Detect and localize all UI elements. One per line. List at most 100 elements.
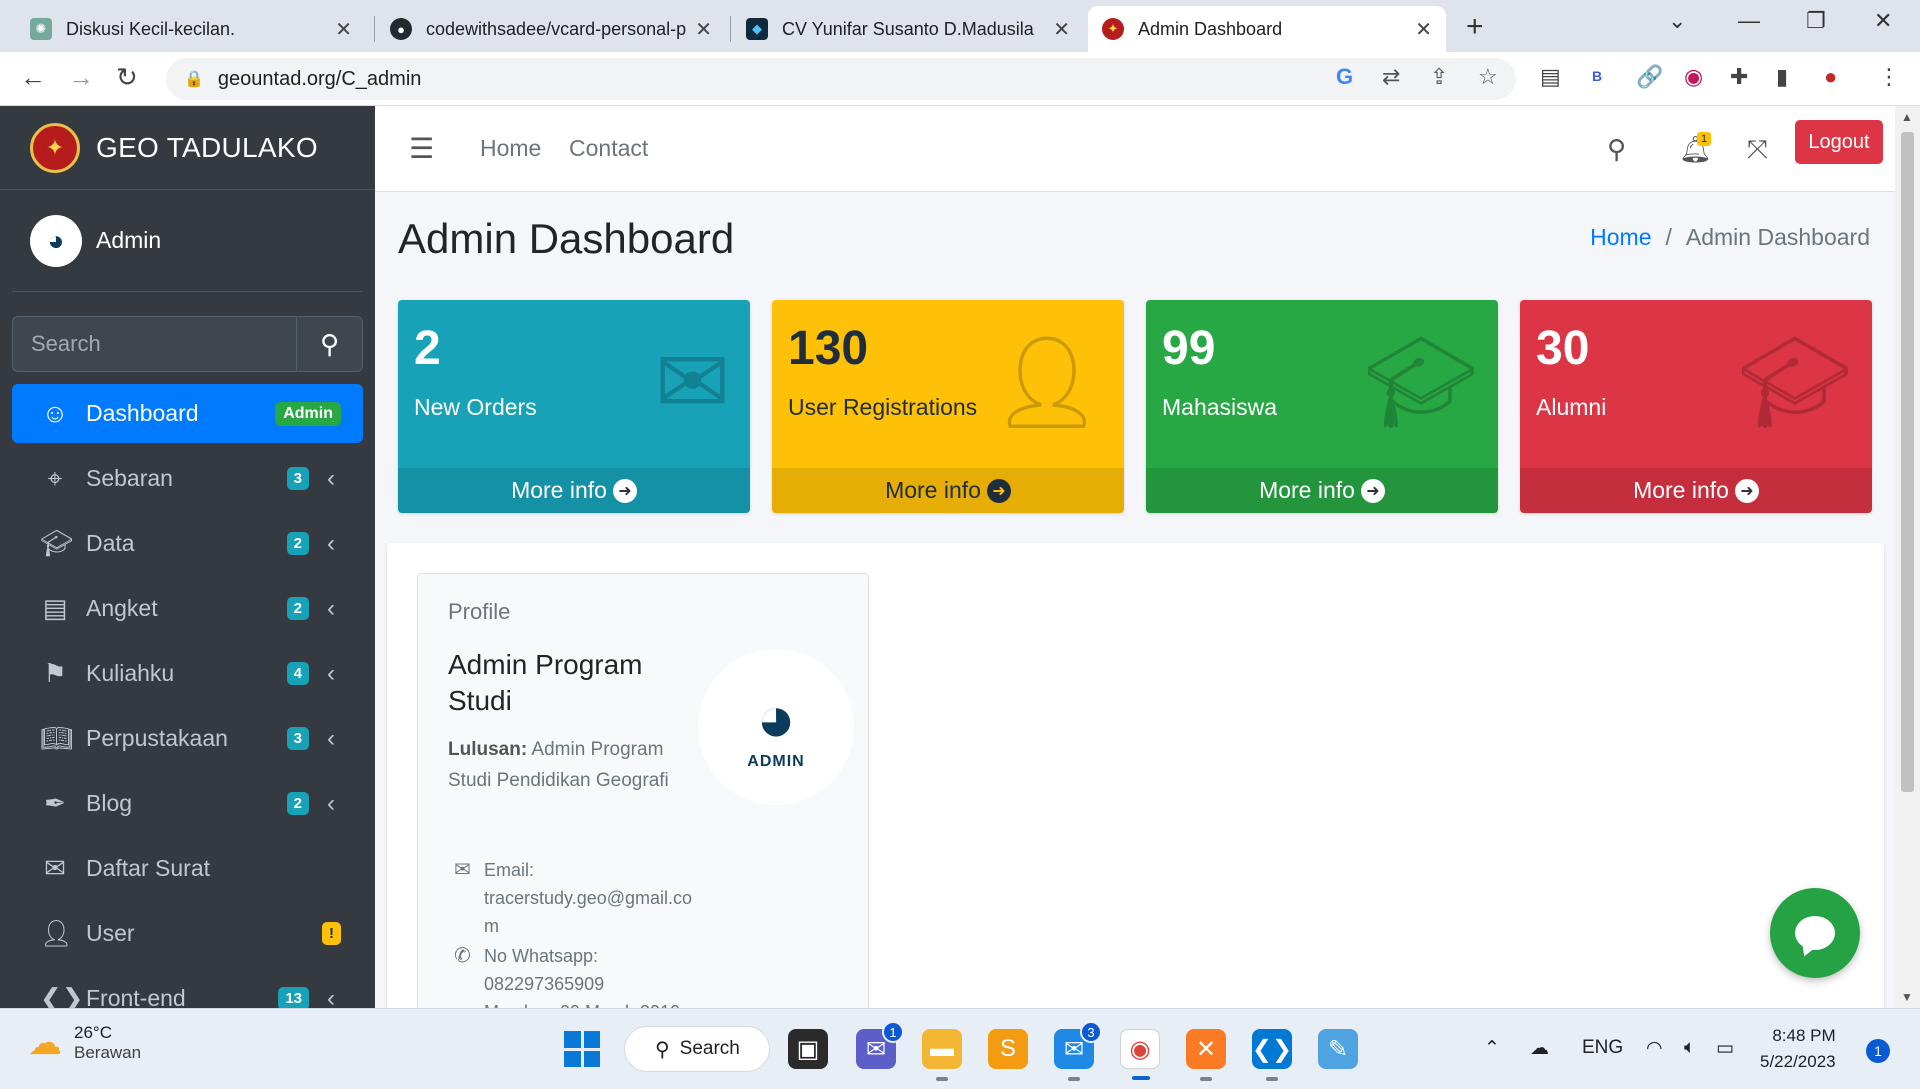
tab-search-chevron-icon[interactable]: ⌄ (1668, 8, 1686, 34)
brand-link[interactable]: ✦ GEO TADULAKO (0, 106, 375, 190)
scroll-up-arrow-icon[interactable]: ▲ (1901, 110, 1913, 124)
hamburger-menu-icon[interactable]: ☰ (409, 132, 434, 165)
wifi-icon[interactable]: ◠ (1646, 1037, 1663, 1060)
chevron-left-icon[interactable]: ‹ (327, 790, 341, 818)
back-icon[interactable]: ← (20, 62, 46, 93)
reload-icon[interactable]: ↻ (116, 62, 138, 93)
more-info-link[interactable]: More info ➜ (1520, 468, 1872, 513)
close-icon[interactable]: ✕ (695, 17, 712, 42)
extensions-puzzle-icon[interactable]: ✚ (1730, 64, 1748, 90)
sidebar-item-dashboard[interactable]: ☺ Dashboard Admin (12, 384, 363, 443)
sidebar-item-perpustakaan[interactable]: 📖︎ Perpustakaan 3 ‹ (12, 709, 363, 768)
chat-widget-button[interactable] (1770, 888, 1860, 978)
breadcrumb-home-link[interactable]: Home (1590, 224, 1651, 250)
chevron-left-icon[interactable]: ‹ (327, 595, 341, 623)
paint-icon[interactable]: ✎ (1318, 1029, 1358, 1069)
onedrive-cloud-icon[interactable]: ☁ (1530, 1037, 1549, 1060)
more-menu-icon[interactable]: ⋮ (1878, 64, 1900, 90)
sidebar-item-label: Perpustakaan (86, 725, 228, 751)
reading-list-icon[interactable]: ▤ (1540, 64, 1561, 90)
nav-link-home[interactable]: Home (480, 135, 541, 162)
sidebar-search-input[interactable] (12, 316, 296, 372)
sidebar-item-data[interactable]: 🎓︎ Data 2 ‹ (12, 514, 363, 573)
sidebar-item-sebaran[interactable]: ⌖ Sebaran 3 ‹ (12, 449, 363, 508)
side-panel-icon[interactable]: ▮ (1776, 64, 1788, 90)
search-icon[interactable]: ⚲ (296, 316, 363, 372)
chevron-left-icon[interactable]: ‹ (327, 985, 341, 1009)
mail-icon[interactable]: ✉ 3 (1054, 1021, 1102, 1081)
chevron-left-icon[interactable]: ‹ (327, 660, 341, 688)
profile-avatar-icon[interactable]: ● (1824, 64, 1837, 90)
avatar-caption: ADMIN (747, 753, 805, 770)
battery-icon[interactable]: ▭ (1716, 1037, 1734, 1060)
active-indicator (1132, 1076, 1150, 1080)
sidebar-item-label: Blog (86, 790, 133, 816)
close-window-icon[interactable]: ✕ (1874, 8, 1892, 34)
close-icon[interactable]: ✕ (1053, 17, 1070, 42)
xampp-icon[interactable]: ✕ (1186, 1029, 1226, 1081)
address-bar[interactable]: 🔒 geountad.org/C_admin (166, 58, 1516, 100)
vscode-icon[interactable]: ❮❯ (1252, 1029, 1292, 1081)
sublime-text-icon[interactable]: S (988, 1029, 1028, 1069)
user-panel[interactable]: ◕ Admin (12, 190, 363, 292)
link-extension-icon[interactable]: 🔗 (1636, 64, 1663, 90)
file-explorer-icon[interactable]: ▬ (922, 1029, 962, 1081)
taskbar-search-box[interactable]: ⚲ Search (624, 1026, 770, 1072)
sidebar-item-front-end[interactable]: ❮❯ Front-end 13 ‹ (12, 969, 363, 1008)
chevron-left-icon[interactable]: ‹ (327, 725, 341, 753)
scroll-down-arrow-icon[interactable]: ▼ (1901, 990, 1913, 1004)
teams-chat-icon[interactable]: ✉ 1 (856, 1021, 904, 1069)
language-indicator[interactable]: ENG (1582, 1037, 1623, 1059)
lulusan-label: Lulusan: (448, 739, 528, 760)
new-tab-icon[interactable]: + (1466, 10, 1484, 44)
search-icon[interactable]: ⚲ (1607, 134, 1626, 165)
envelope-icon: ✉ (454, 859, 471, 881)
browser-tab-2[interactable]: ● codewithsadee/vcard-personal-p ✕ (376, 6, 726, 52)
logout-button[interactable]: Logout (1795, 120, 1883, 164)
scrollbar-thumb[interactable] (1901, 132, 1914, 792)
sidebar-item-angket[interactable]: ▤ Angket 2 ‹ (12, 579, 363, 638)
search-icon: ⚲ (655, 1038, 670, 1061)
color-picker-icon[interactable]: ◉ (1684, 64, 1703, 90)
profile-lulusan: Lulusan: Admin Program Studi Pendidikan … (448, 734, 678, 796)
sidebar-item-kuliahku[interactable]: ⚑ Kuliahku 4 ‹ (12, 644, 363, 703)
chatgpt-icon: ✺ (30, 18, 52, 40)
profile-name: Admin Program Studi (448, 649, 643, 716)
browser-tab-1[interactable]: ✺ Diskusi Kecil-kecilan. ✕ (16, 6, 366, 52)
share-icon[interactable]: ⇪ (1430, 64, 1448, 90)
chevron-left-icon[interactable]: ‹ (327, 465, 341, 493)
system-clock[interactable]: 8:48 PM 5/22/2023 (1760, 1023, 1836, 1075)
minimize-icon[interactable]: — (1738, 8, 1760, 34)
bookmark-star-icon[interactable]: ☆ (1478, 64, 1498, 90)
sidebar-item-user[interactable]: 👤︎ User! (12, 904, 363, 963)
google-lens-icon[interactable]: G (1336, 64, 1353, 90)
more-info-link[interactable]: More info ➜ (772, 468, 1124, 513)
sidebar-item-blog[interactable]: ✒ Blog 2 ‹ (12, 774, 363, 833)
sidebar-item-daftar-surat[interactable]: ✉ Daftar Surat (12, 839, 363, 898)
restore-icon[interactable]: ❐ (1806, 8, 1826, 34)
chevron-left-icon[interactable]: ‹ (327, 530, 341, 558)
more-info-link[interactable]: More info ➜ (398, 468, 750, 513)
more-info-link[interactable]: More info ➜ (1146, 468, 1498, 513)
weather-temperature: 26°C (74, 1023, 112, 1042)
nav-link-contact[interactable]: Contact (569, 135, 648, 162)
fullscreen-icon[interactable]: ⤧ (1747, 134, 1768, 166)
chrome-icon[interactable]: ◉ (1120, 1029, 1160, 1080)
page-scrollbar[interactable]: ▲ ▼ (1895, 106, 1920, 1008)
notification-center-badge[interactable]: 1 (1866, 1039, 1890, 1063)
feather-icon: ✒ (44, 788, 66, 818)
stat-box-mahasiswa: 99 Mahasiswa 🎓︎ More info ➜ (1146, 300, 1498, 513)
forward-icon[interactable]: → (68, 62, 94, 93)
extension-b-icon[interactable]: B (1592, 68, 1602, 84)
windows-start-icon[interactable] (564, 1031, 600, 1067)
volume-icon[interactable]: 🔈︎ (1684, 1037, 1695, 1059)
close-icon[interactable]: ✕ (335, 17, 352, 42)
close-icon[interactable]: ✕ (1415, 17, 1432, 42)
task-view-icon[interactable]: ▣ (788, 1029, 828, 1069)
browser-tab-4-active[interactable]: ✦ Admin Dashboard ✕ (1088, 6, 1446, 52)
tray-chevron-up-icon[interactable]: ⌃ (1484, 1037, 1500, 1060)
translate-icon[interactable]: ⇄ (1382, 64, 1400, 90)
browser-tab-3[interactable]: ◆ CV Yunifar Susanto D.Madusila ✕ (732, 6, 1084, 52)
weather-widget[interactable]: ☁ 26°C Berawan (28, 1023, 141, 1063)
profile-contact-list: ✉ Email: tracerstudy.geo@gmail.com ✆ No W… (454, 856, 694, 1013)
